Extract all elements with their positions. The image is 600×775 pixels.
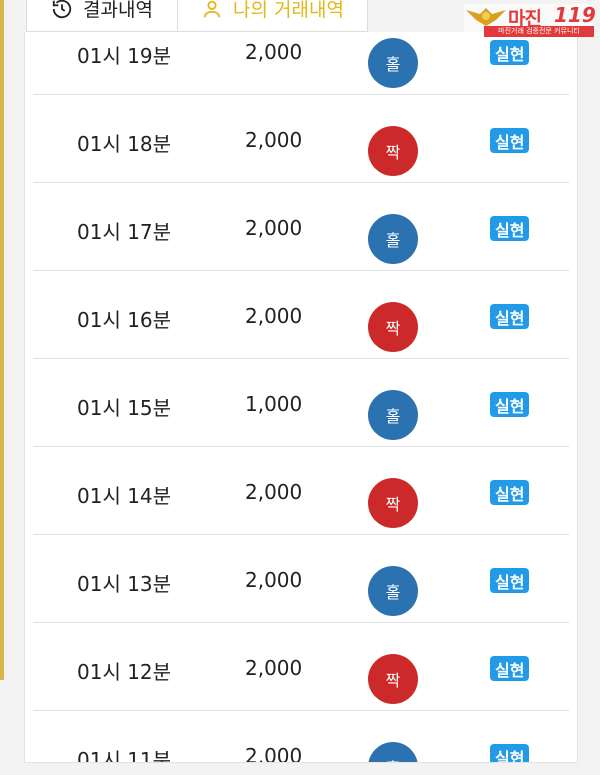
transaction-row: 01시 19분 2,000 홀 실현: [25, 32, 577, 95]
odd-result-ball: 홀: [368, 566, 418, 616]
row-time: 01시 16분: [77, 308, 172, 332]
transaction-row: 01시 12분 2,000 짝 실현: [25, 623, 577, 711]
tab-results[interactable]: 결과내역: [26, 0, 178, 32]
row-time: 01시 19분: [77, 44, 172, 68]
status-badge: 실현: [490, 128, 530, 153]
row-time: 01시 14분: [77, 484, 172, 508]
row-time: 01시 12분: [77, 660, 172, 684]
even-result-ball: 짝: [368, 126, 418, 176]
row-time: 01시 11분: [77, 748, 172, 763]
history-icon: [52, 0, 72, 18]
row-amount: 2,000: [245, 40, 303, 64]
row-amount: 1,000: [245, 392, 303, 416]
status-badge: 실현: [490, 568, 530, 593]
odd-result-ball: 홀: [368, 214, 418, 264]
logo-tagline: 마진거래 검증전문 커뮤니티: [484, 26, 594, 37]
tab-my-transactions[interactable]: 나의 거래내역: [178, 0, 368, 32]
odd-result-ball: 홀: [368, 742, 418, 762]
tab-results-label: 결과내역: [83, 0, 153, 21]
row-time: 01시 13분: [77, 572, 172, 596]
transaction-row: 01시 13분 2,000 홀 실현: [25, 535, 577, 623]
row-amount: 2,000: [245, 568, 303, 592]
odd-result-ball: 홀: [368, 390, 418, 440]
row-time: 01시 17분: [77, 220, 172, 244]
even-result-ball: 짝: [368, 654, 418, 704]
transaction-list[interactable]: 01시 19분 2,000 홀 실현 01시 18분 2,000 짝 실현 01시 17분 2,0…: [24, 32, 578, 763]
logo-number: 119: [554, 3, 596, 27]
status-badge: 실현: [490, 392, 530, 417]
status-badge: 실현: [490, 656, 530, 681]
tab-bar: 결과내역 나의 거래내역: [26, 0, 368, 32]
tab-my-transactions-label: 나의 거래내역: [233, 0, 344, 21]
user-icon: [203, 0, 221, 17]
odd-result-ball: 홀: [368, 38, 418, 88]
row-amount: 2,000: [245, 304, 303, 328]
status-badge: 실현: [490, 216, 530, 241]
status-badge: 실현: [490, 744, 530, 762]
transaction-row: 01시 14분 2,000 짝 실현: [25, 447, 577, 535]
status-badge: 실현: [490, 40, 530, 65]
transaction-row: 01시 15분 1,000 홀 실현: [25, 359, 577, 447]
transaction-row: 01시 18분 2,000 짝 실현: [25, 95, 577, 183]
status-badge: 실현: [490, 480, 530, 505]
row-amount: 2,000: [245, 656, 303, 680]
site-logo: 마진 119 마진거래 검증전문 커뮤니티: [464, 3, 596, 37]
eagle-emblem-icon: [466, 8, 506, 26]
transaction-row: 01시 11분 2,000 홀 실현: [25, 711, 577, 763]
status-badge: 실현: [490, 304, 530, 329]
row-amount: 2,000: [245, 744, 303, 763]
row-amount: 2,000: [245, 480, 303, 504]
even-result-ball: 짝: [368, 478, 418, 528]
row-amount: 2,000: [245, 216, 303, 240]
left-accent-border: [0, 0, 4, 680]
even-result-ball: 짝: [368, 302, 418, 352]
row-time: 01시 15분: [77, 396, 172, 420]
row-amount: 2,000: [245, 128, 303, 152]
transaction-row: 01시 17분 2,000 홀 실현: [25, 183, 577, 271]
row-time: 01시 18분: [77, 132, 172, 156]
transaction-row: 01시 16분 2,000 짝 실현: [25, 271, 577, 359]
